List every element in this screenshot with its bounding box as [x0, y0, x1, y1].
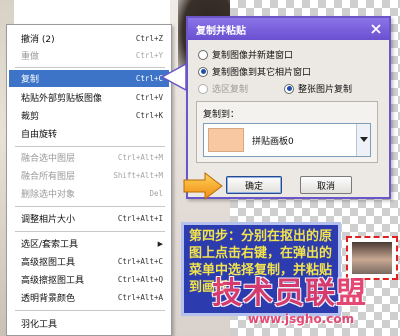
- menu-item-shortcut: Ctrl+Alt+M: [117, 153, 163, 162]
- menu-item-merge-selected[interactable]: 融合选中图层 Ctrl+Alt+M: [9, 149, 169, 166]
- menu-item-redo[interactable]: 重做 Ctrl+Y: [9, 47, 169, 64]
- menu-item-advanced-eraser-cutout[interactable]: 高级擦抠图工具 Ctrl+Alt+Q: [9, 271, 169, 288]
- menu-item-shortcut: Ctrl+V: [135, 93, 163, 102]
- menu-item-shortcut: Shift+Alt+M: [113, 171, 163, 180]
- menu-item-label: 粘贴外部剪贴板图像: [21, 94, 103, 104]
- cancel-button-label: 取消: [316, 181, 335, 192]
- menu-item-shortcut: Del: [149, 189, 163, 198]
- copy-target-label: 复制到：: [203, 110, 240, 120]
- menu-item-shortcut: Ctrl+Alt+A: [117, 293, 163, 302]
- menu-item-transparent-bg-color[interactable]: 透明背景颜色 Ctrl+Alt+A: [9, 289, 169, 306]
- ok-button[interactable]: 确定: [226, 176, 282, 194]
- copy-target-group: 复制到： 拼贴画板0: [196, 101, 378, 163]
- menu-separator: [15, 146, 165, 147]
- menu-separator: [15, 310, 165, 311]
- dialog-title-bar[interactable]: 复制并粘贴: [188, 18, 389, 40]
- option-copy-other-window[interactable]: 复制图像到其它相片窗口: [198, 65, 311, 78]
- menu-item-label: 羽化工具: [21, 320, 58, 330]
- menu-item-shortcut: Ctrl+Z: [135, 34, 163, 43]
- option-label: 复制图像并新建窗口: [212, 51, 294, 61]
- option-label: 整张图片复制: [298, 85, 353, 95]
- menu-item-shortcut: Ctrl+Alt+Q: [117, 275, 163, 284]
- menu-item-label: 融合选中图层: [21, 154, 76, 164]
- copy-target-select[interactable]: 拼贴画板0: [203, 123, 371, 157]
- menu-item-merge-all[interactable]: 融合所有图层 Shift+Alt+M: [9, 167, 169, 184]
- option-copy-new-window[interactable]: 复制图像并新建窗口: [198, 48, 293, 61]
- option-label: 选区复制: [212, 85, 249, 95]
- menu-separator: [15, 206, 165, 207]
- menu-item-label: 自由旋转: [21, 130, 58, 140]
- menu-item-label: 调整相片大小: [21, 215, 76, 225]
- option-selection-copy[interactable]: 选区复制: [198, 82, 248, 95]
- option-whole-image-copy[interactable]: 整张图片复制: [284, 82, 352, 95]
- menu-item-shortcut: Ctrl+Y: [135, 51, 163, 60]
- canvas-color-swatch: [208, 128, 244, 152]
- radio-button[interactable]: [198, 66, 208, 77]
- submenu-arrow-icon: ▶: [157, 239, 163, 248]
- menu-item-label: 融合所有图层: [21, 172, 76, 182]
- menu-item-advanced-cutout[interactable]: 高级抠图工具 Ctrl+Alt+C: [9, 253, 169, 270]
- menu-separator: [15, 231, 165, 232]
- context-menu: 撤消 (2) Ctrl+Z 重做 Ctrl+Y 复制 Ctrl+C 粘贴外部剪贴…: [6, 24, 172, 336]
- menu-separator: [15, 67, 165, 68]
- close-icon[interactable]: [369, 22, 383, 36]
- menu-item-copy[interactable]: 复制 Ctrl+C: [9, 70, 169, 87]
- chevron-down-icon[interactable]: [356, 124, 370, 156]
- option-label: 复制图像到其它相片窗口: [212, 68, 312, 78]
- cancel-button[interactable]: 取消: [300, 176, 352, 194]
- menu-item-undo[interactable]: 撤消 (2) Ctrl+Z: [9, 30, 169, 47]
- radio-button[interactable]: [284, 83, 294, 94]
- radio-button[interactable]: [198, 49, 208, 60]
- menu-item-paste-external[interactable]: 粘贴外部剪贴板图像 Ctrl+V: [9, 89, 169, 106]
- menu-item-shortcut: Ctrl+K: [135, 111, 163, 120]
- watermark-url: www.jsgho.com: [248, 312, 355, 326]
- orange-arrow-icon: [183, 172, 223, 200]
- menu-item-label: 高级擦抠图工具: [21, 276, 85, 286]
- ok-button-label: 确定: [244, 181, 263, 192]
- menu-item-shortcut: Ctrl+Alt+I: [117, 214, 163, 223]
- menu-item-label: 选区/套索工具: [21, 240, 79, 250]
- dialog-title: 复制并粘贴: [196, 25, 246, 37]
- copy-target-value: 拼贴画板0: [252, 136, 294, 147]
- menu-item-label: 高级抠图工具: [21, 258, 76, 268]
- menu-item-crop[interactable]: 裁剪 Ctrl+K: [9, 107, 169, 124]
- menu-item-label: 重做: [21, 52, 40, 62]
- menu-item-label: 透明背景颜色: [21, 294, 76, 304]
- menu-item-feather-tool[interactable]: 羽化工具: [9, 315, 169, 332]
- menu-item-delete-selected[interactable]: 删除选中对象 Del: [9, 185, 169, 202]
- menu-item-label: 裁剪: [21, 112, 40, 122]
- menu-item-selection-lasso[interactable]: 选区/套索工具 ▶: [9, 235, 169, 252]
- menu-item-label: 删除选中对象: [21, 190, 76, 200]
- radio-button[interactable]: [198, 83, 208, 94]
- menu-item-free-rotate[interactable]: 自由旋转: [9, 125, 169, 142]
- watermark-logo: 技术员联盟: [212, 276, 367, 311]
- menu-item-resize-photo[interactable]: 调整相片大小 Ctrl+Alt+I: [9, 210, 169, 227]
- menu-item-label: 撤消 (2): [21, 35, 55, 45]
- menu-item-shortcut: Ctrl+Alt+C: [117, 257, 163, 266]
- menu-item-shortcut: Ctrl+C: [135, 74, 163, 83]
- menu-item-label: 复制: [21, 75, 40, 85]
